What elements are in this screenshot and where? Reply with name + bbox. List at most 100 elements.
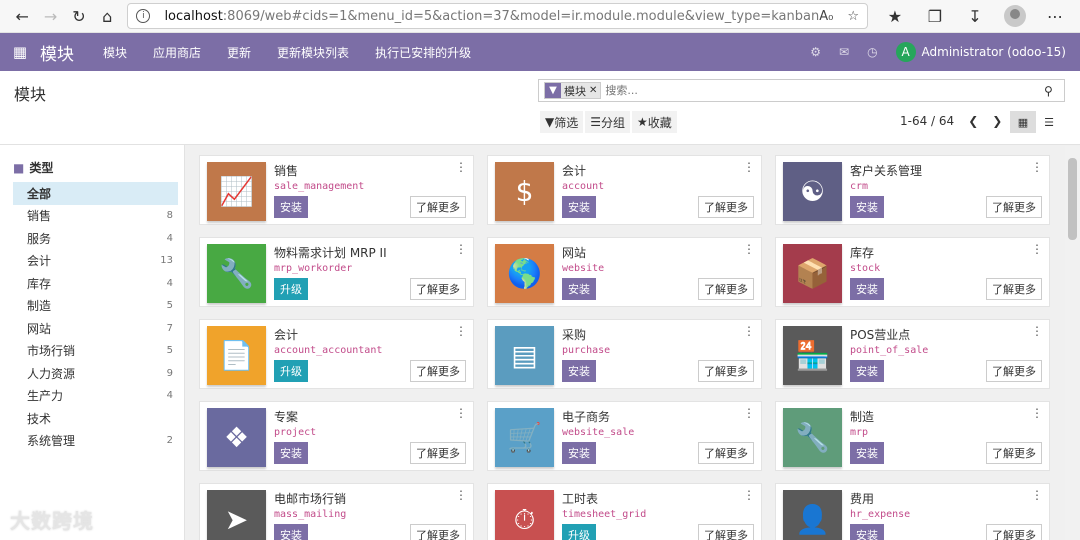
module-card[interactable]: 📄 会计 account_accountant 升级 了解更多 ⋮ [199,319,474,389]
upgrade-button[interactable]: 升级 [274,278,308,300]
clock-icon[interactable]: ◷ [867,45,877,59]
list-view-icon[interactable]: ☰ [1036,111,1062,133]
back-arrow-icon[interactable]: ← [8,2,36,30]
bug-icon[interactable]: ⚙ [810,45,821,59]
learn-more-button[interactable]: 了解更多 [410,442,466,464]
install-button[interactable]: 安装 [562,442,596,464]
invoice-icon[interactable]: $ [495,162,554,221]
chevron-right-icon[interactable]: ❯ [992,114,1002,128]
scrollbar-thumb[interactable] [1068,158,1077,240]
learn-more-button[interactable]: 了解更多 [986,442,1042,464]
group-by-button[interactable]: ☰ 分组 [585,111,631,133]
install-button[interactable]: 安装 [850,278,884,300]
nav-item-scheduled-upgrades[interactable]: 执行已安排的升级 [362,44,484,61]
sidebar-item[interactable]: 会计 13 [13,250,178,273]
learn-more-button[interactable]: 了解更多 [698,524,754,540]
learn-more-button[interactable]: 了解更多 [698,442,754,464]
module-card[interactable]: 🔧 物料需求计划 MRP II mrp_workorder 升级 了解更多 ⋮ [199,237,474,307]
module-card[interactable]: ➤ 电邮市场行销 mass_mailing 安装 了解更多 ⋮ [199,483,474,540]
search-input[interactable] [605,84,1044,97]
app-title[interactable]: 模块 [40,40,74,65]
install-button[interactable]: 安装 [562,278,596,300]
sidebar-item[interactable]: 全部 [13,182,178,205]
kebab-menu-icon[interactable]: ⋮ [743,489,755,501]
sidebar-item[interactable]: 网站 7 [13,317,178,340]
install-button[interactable]: 安装 [850,196,884,218]
wrench-icon[interactable]: 🔧 [783,408,842,467]
upgrade-button[interactable]: 升级 [562,524,596,540]
kebab-menu-icon[interactable]: ⋮ [1031,161,1043,173]
sidebar-item[interactable]: 市场行销 5 [13,340,178,363]
chat-icon[interactable]: ✉ [839,45,849,59]
install-button[interactable]: 安装 [850,360,884,382]
learn-more-button[interactable]: 了解更多 [986,196,1042,218]
favorites-icon[interactable]: ★ [878,2,912,30]
module-card[interactable]: 📦 库存 stock 安装 了解更多 ⋮ [775,237,1050,307]
nav-item-update-list[interactable]: 更新模块列表 [264,44,362,61]
reload-icon[interactable]: ↻ [65,2,93,30]
handshake-icon[interactable]: ☯ [783,162,842,221]
sidebar-item[interactable]: 库存 4 [13,272,178,295]
nav-item-app-store[interactable]: 应用商店 [140,44,214,61]
sidebar-item[interactable]: 系统管理 2 [13,430,178,453]
paper-plane-icon[interactable]: ➤ [207,490,266,540]
learn-more-button[interactable]: 了解更多 [986,360,1042,382]
module-card[interactable]: 🔧 制造 mrp 安装 了解更多 ⋮ [775,401,1050,471]
install-button[interactable]: 安装 [274,442,308,464]
expense-icon[interactable]: 👤 [783,490,842,540]
card-icon[interactable]: ▤ [495,326,554,385]
download-icon[interactable]: ↧ [958,2,992,30]
forward-arrow-icon[interactable]: → [36,2,64,30]
sidebar-item[interactable]: 服务 4 [13,227,178,250]
sidebar-item[interactable]: 技术 [13,407,178,430]
apps-menu-icon[interactable]: ▦ [0,33,40,71]
learn-more-button[interactable]: 了解更多 [410,196,466,218]
kebab-menu-icon[interactable]: ⋮ [743,243,755,255]
kebab-menu-icon[interactable]: ⋮ [1031,407,1043,419]
kebab-menu-icon[interactable]: ⋮ [1031,325,1043,337]
collections-icon[interactable]: ❐ [918,2,952,30]
module-card[interactable]: 📈 销售 sale_management 安装 了解更多 ⋮ [199,155,474,225]
module-card[interactable]: ☯ 客户关系管理 crm 安装 了解更多 ⋮ [775,155,1050,225]
sidebar-item[interactable]: 销售 8 [13,205,178,228]
learn-more-button[interactable]: 了解更多 [698,196,754,218]
learn-more-button[interactable]: 了解更多 [410,360,466,382]
module-card[interactable]: 🌎 网站 website 安装 了解更多 ⋮ [487,237,762,307]
remove-facet-icon[interactable]: ✕ [589,85,600,96]
install-button[interactable]: 安装 [274,524,308,540]
cart-icon[interactable]: 🛒 [495,408,554,467]
learn-more-button[interactable]: 了解更多 [698,278,754,300]
learn-more-button[interactable]: 了解更多 [698,360,754,382]
kebab-menu-icon[interactable]: ⋮ [743,161,755,173]
module-card[interactable]: ❖ 专案 project 安装 了解更多 ⋮ [199,401,474,471]
user-menu[interactable]: A Administrator (odoo-15) [895,42,1066,62]
kebab-menu-icon[interactable]: ⋮ [455,161,467,173]
module-card[interactable]: 👤 费用 hr_expense 安装 了解更多 ⋮ [775,483,1050,540]
document-icon[interactable]: 📄 [207,326,266,385]
filter-button[interactable]: ▼ 筛选 [540,111,584,133]
profile-icon[interactable] [998,2,1032,30]
puzzle-icon[interactable]: ❖ [207,408,266,467]
search-icon[interactable]: ⚲ [1044,84,1060,98]
learn-more-button[interactable]: 了解更多 [410,524,466,540]
home-icon[interactable]: ⌂ [93,2,121,30]
learn-more-button[interactable]: 了解更多 [986,524,1042,540]
read-aloud-icon[interactable]: A₀ [819,9,833,24]
module-card[interactable]: $ 会计 account 安装 了解更多 ⋮ [487,155,762,225]
module-card[interactable]: 🏪 POS营业点 point_of_sale 安装 了解更多 ⋮ [775,319,1050,389]
kebab-menu-icon[interactable]: ⋮ [1031,489,1043,501]
nav-item-modules[interactable]: 模块 [90,44,140,61]
scrollbar[interactable] [1065,146,1080,540]
chart-icon[interactable]: 📈 [207,162,266,221]
favorites-button[interactable]: ★ 收藏 [632,111,677,133]
kebab-menu-icon[interactable]: ⋮ [743,325,755,337]
sidebar-item[interactable]: 制造 5 [13,295,178,318]
install-button[interactable]: 安装 [562,360,596,382]
shop-icon[interactable]: 🏪 [783,326,842,385]
wrench-icon[interactable]: 🔧 [207,244,266,303]
kebab-menu-icon[interactable]: ⋮ [455,325,467,337]
nav-item-updates[interactable]: 更新 [214,44,264,61]
install-button[interactable]: 安装 [562,196,596,218]
module-card[interactable]: ⏱ 工时表 timesheet_grid 升级 了解更多 ⋮ [487,483,762,540]
box-icon[interactable]: 📦 [783,244,842,303]
